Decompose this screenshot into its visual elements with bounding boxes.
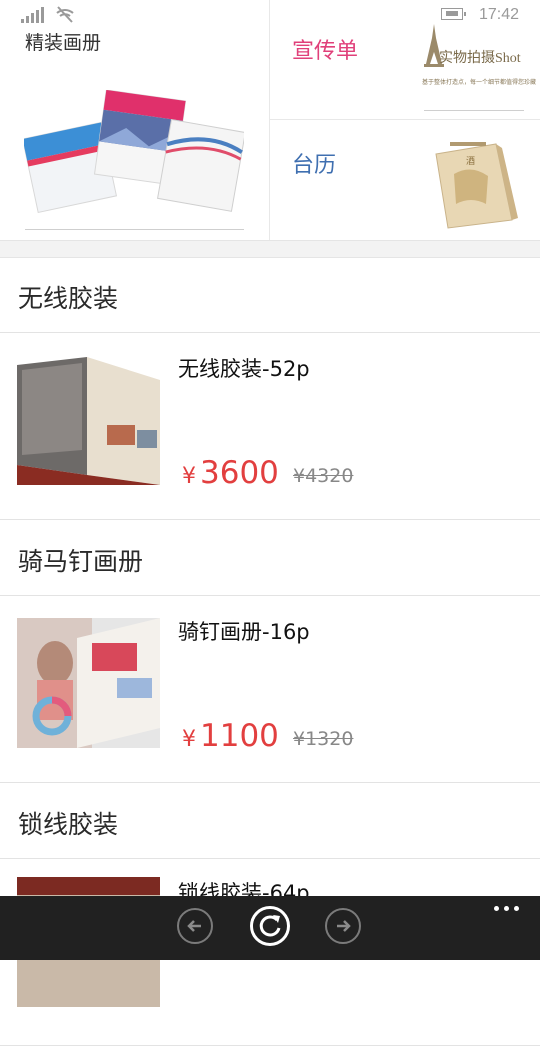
section-title: 无线胶装 <box>18 284 119 313</box>
category-title: 台历 <box>292 153 337 178</box>
category-calendar[interactable]: 台历 酒 <box>270 120 540 240</box>
brochure-image <box>24 90 244 214</box>
product-name: 骑钉画册-16p <box>178 620 310 644</box>
product-item[interactable]: 无线胶装-52p ¥3600 ¥4320 <box>0 333 540 520</box>
app-bar <box>0 896 540 960</box>
product-name: 无线胶装-52p <box>178 357 310 381</box>
section-header[interactable]: 无线胶装 <box>0 257 540 333</box>
original-price: ¥4320 <box>293 465 354 487</box>
back-arrow-icon <box>187 920 201 932</box>
section-title: 锁线胶装 <box>18 810 119 839</box>
back-button[interactable] <box>177 908 213 944</box>
forward-arrow-icon <box>337 920 351 932</box>
section-header[interactable]: 锁线胶装 <box>0 783 540 859</box>
forward-button[interactable] <box>325 908 361 944</box>
original-price: ¥1320 <box>293 728 354 750</box>
refresh-icon <box>259 915 281 937</box>
category-title: 宣传单 <box>292 39 359 64</box>
logo-subtext: 基于整体打造点，每一个细节都值得您珍藏 <box>422 79 537 86</box>
more-icon[interactable] <box>494 906 522 914</box>
product-price: ¥3600 <box>182 455 279 491</box>
shot-logo: 实物拍摄Shot 基于整体打造点，每一个细节都值得您珍藏 <box>422 24 536 94</box>
product-thumbnail <box>17 355 160 485</box>
logo-text: 实物拍摄Shot <box>439 51 521 66</box>
category-grid: 精装画册 宣传单 实物拍摄Shot 基于整体打造点，每一个细节都值得您珍藏 台历… <box>0 0 540 240</box>
product-item[interactable]: 骑钉画册-16p ¥1100 ¥1320 <box>0 596 540 783</box>
category-flyer[interactable]: 宣传单 实物拍摄Shot 基于整体打造点，每一个细节都值得您珍藏 <box>270 0 540 120</box>
product-price: ¥1100 <box>182 718 279 754</box>
calendar-image: 酒 <box>435 142 518 229</box>
product-thumbnail <box>17 618 160 748</box>
section-divider <box>0 240 540 258</box>
svg-text:酒: 酒 <box>466 156 475 167</box>
category-title: 精装画册 <box>25 32 102 54</box>
section-title: 骑马钉画册 <box>18 547 144 576</box>
section-header[interactable]: 骑马钉画册 <box>0 520 540 596</box>
refresh-button[interactable] <box>250 906 290 946</box>
category-hardcover-album[interactable]: 精装画册 <box>0 0 270 240</box>
